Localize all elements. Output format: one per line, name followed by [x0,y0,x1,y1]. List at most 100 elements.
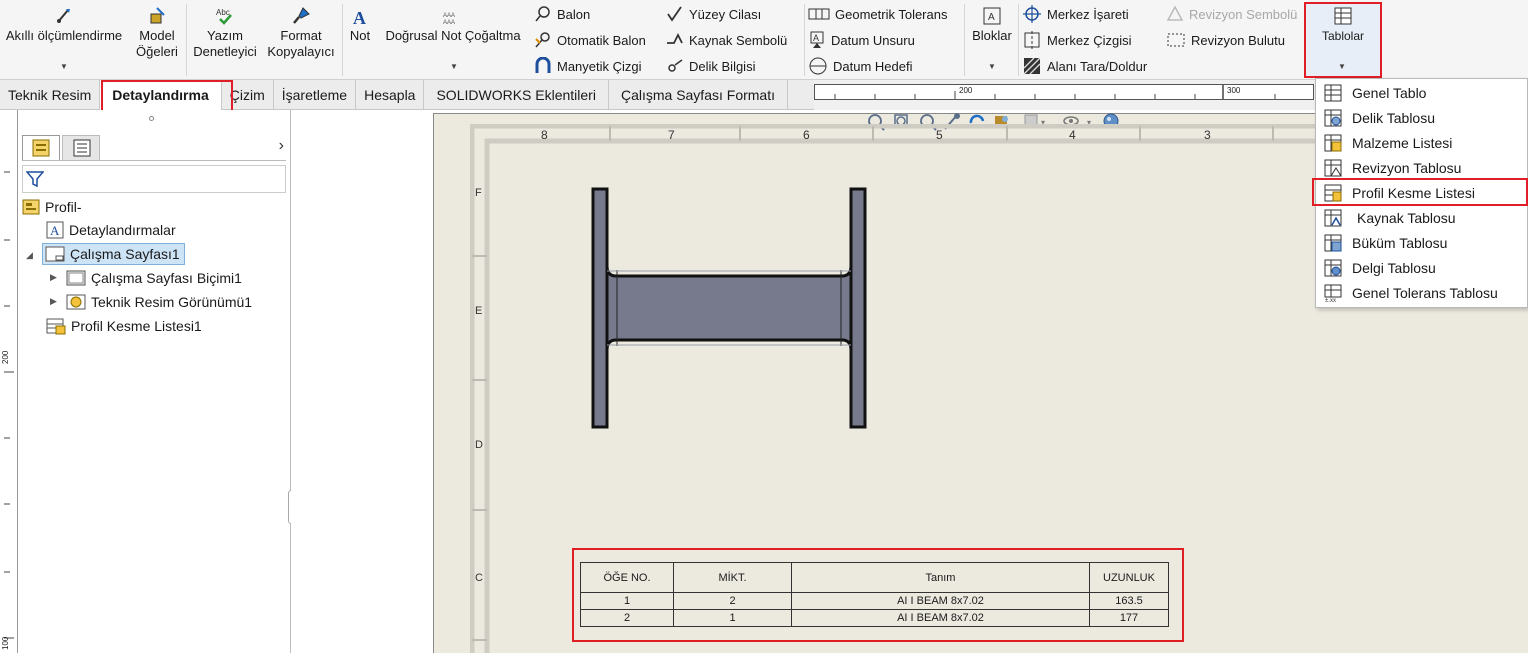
column-header-description[interactable]: Tanım [791,562,1090,593]
tree-item-drawing-view[interactable]: Teknik Resim Görünümü1 [66,291,252,313]
tab-evaluate[interactable]: Hesapla [356,80,425,110]
cut-list-table[interactable]: ÖĞE NO. MİKT. Tanım UZUNLUK 1 2 AI I BEA… [580,562,1169,627]
center-mark-button[interactable]: Merkez İşareti [1022,3,1129,25]
model-items-button[interactable]: Model Öğeleri [130,0,184,80]
tables-label: Tablolar [1321,29,1365,43]
expand-arrow-icon[interactable]: ▶ [50,296,57,307]
magnetic-line-label: Manyetik Çizgi [557,58,642,74]
rotate-icon[interactable] [969,114,985,124]
tab-annotation[interactable]: Detaylandırma [100,80,222,110]
revision-cloud-button[interactable]: Revizyon Bulutu [1166,29,1285,51]
tree-item-sheet-format[interactable]: Çalışma Sayfası Biçimi1 [66,267,242,289]
magnet-icon [535,57,551,73]
feature-manager-tab[interactable] [22,135,60,160]
menu-item-bill-of-materials[interactable]: Malzeme Listesi [1316,130,1527,155]
menu-item-punch-table[interactable]: Delgi Tablosu [1316,255,1527,280]
note-label: Not [349,28,371,43]
menu-item-general-tolerance-table[interactable]: ±.xx Genel Tolerans Tablosu [1316,280,1527,305]
ruler-label: 300 [1227,86,1241,95]
weld-symbol-button[interactable]: Kaynak Sembolü [666,29,787,51]
tab-solidworks-addins[interactable]: SOLIDWORKS Eklentileri [424,80,609,110]
smart-dimension-label: Akıllı ölçümlendirme [5,28,123,43]
magnetic-line-button[interactable]: Manyetik Çizgi [534,55,642,77]
chevron-down-icon[interactable]: ▼ [1338,62,1346,71]
balloon-icon [535,6,550,22]
tree-item-label: Çalışma Sayfası1 [70,246,180,262]
sheet-format-icon [66,270,86,286]
ruler-label: 100 [1,636,10,650]
zone-letter: E [475,305,483,317]
tree-filter-box[interactable] [22,165,286,193]
linear-note-pattern-icon: AAAAAA [443,13,455,26]
datum-target-button[interactable]: Datum Hedefi [808,55,912,77]
balloon-button[interactable]: Balon [534,3,590,25]
revision-table-icon [1324,159,1342,176]
table-cell: 163.5 [1089,592,1169,610]
note-button[interactable]: A Not [344,0,376,80]
revision-cloud-icon [1167,33,1185,47]
tab-markup[interactable]: İşaretleme [274,80,357,110]
blocks-label: Bloklar [972,28,1012,43]
menu-item-label: Genel Tolerans Tablosu [1352,284,1498,301]
menu-item-cut-list-table[interactable]: Profil Kesme Listesi [1316,180,1527,205]
column-header-length[interactable]: UZUNLUK [1089,562,1169,593]
zone-number: 7 [668,128,675,142]
area-hatch-button[interactable]: Alanı Tara/Doldur [1022,55,1147,77]
svg-text:A: A [988,12,995,23]
format-painter-button[interactable]: Format Kopyalayıcı [264,0,338,80]
revision-symbol-label: Revizyon Sembolü [1189,6,1298,22]
tab-drawing[interactable]: Teknik Resim [0,80,101,110]
tree-item-sheet[interactable]: Çalışma Sayfası1 [42,243,185,265]
vertical-ruler: 200 100 [0,110,18,653]
tree-item-cut-list[interactable]: Profil Kesme Listesi1 [46,315,202,337]
table-row[interactable]: 2 1 AI I BEAM 8x7.02 177 [580,609,1169,627]
drawing-view-i-beam[interactable] [590,186,870,432]
spell-checker-button[interactable]: Abc Yazım Denetleyici [190,0,260,80]
datum-target-icon [809,57,827,75]
datum-feature-button[interactable]: A Datum Unsuru [808,29,915,51]
menu-item-weld-table[interactable]: Kaynak Tablosu [1316,205,1527,230]
column-header-item-no[interactable]: ÖĞE NO. [580,562,674,593]
tab-sketch[interactable]: Çizim [222,80,274,110]
tree-item-label: Teknik Resim Görünümü1 [91,294,253,310]
property-manager-tab[interactable] [62,135,100,160]
chevron-down-icon[interactable]: ▼ [450,62,458,71]
revision-symbol-icon [1166,5,1184,21]
model-items-icon [150,7,165,24]
column-header-qty[interactable]: MİKT. [673,562,792,593]
revision-symbol-button[interactable]: Revizyon Sembolü [1166,3,1297,25]
menu-item-hole-table[interactable]: Delik Tablosu [1316,105,1527,130]
menu-item-revision-table[interactable]: Revizyon Tablosu [1316,155,1527,180]
area-hatch-icon [1023,57,1041,75]
panel-splitter-handle[interactable] [149,116,154,121]
zone-number: 3 [1204,128,1211,142]
surface-finish-button[interactable]: Yüzey Cilası [666,3,761,25]
bill-of-materials-icon [1324,134,1342,151]
menu-item-label: Profil Kesme Listesi [1352,184,1475,201]
svg-text:A: A [353,8,366,26]
chevron-down-icon[interactable]: ▼ [988,62,996,71]
chevron-down-icon[interactable]: ▼ [60,62,68,71]
surface-finish-label: Yüzey Cilası [689,6,762,22]
geometric-tolerance-button[interactable]: Geometrik Tolerans [808,3,947,25]
hole-callout-button[interactable]: Delik Bilgisi [666,55,755,77]
auto-balloon-button[interactable]: Otomatik Balon [534,29,646,51]
tree-item-root[interactable]: Profil- [22,196,82,218]
menu-item-bend-table[interactable]: Büküm Tablosu [1316,230,1527,255]
table-cell: 1 [580,592,674,610]
hole-callout-label: Delik Bilgisi [689,58,756,74]
table-row[interactable]: 1 2 AI I BEAM 8x7.02 163.5 [580,592,1169,610]
svg-text:AAA: AAA [443,13,455,19]
surface-finish-icon [667,6,682,22]
sheet-icon [45,246,65,262]
chevron-right-icon[interactable]: › [279,137,284,155]
weld-symbol-label: Kaynak Sembolü [689,32,788,48]
ribbon-separator [342,4,343,76]
expand-arrow-icon[interactable]: ◢ [26,250,33,261]
menu-item-general-table[interactable]: Genel Tablo [1316,80,1527,105]
tree-item-label: Profil Kesme Listesi1 [71,318,202,334]
expand-arrow-icon[interactable]: ▶ [50,272,57,283]
centerline-button[interactable]: Merkez Çizgisi [1022,29,1132,51]
tree-item-annotations[interactable]: A Detaylandırmalar [46,219,176,241]
tab-sheet-format[interactable]: Çalışma Sayfası Formatı [609,80,788,110]
